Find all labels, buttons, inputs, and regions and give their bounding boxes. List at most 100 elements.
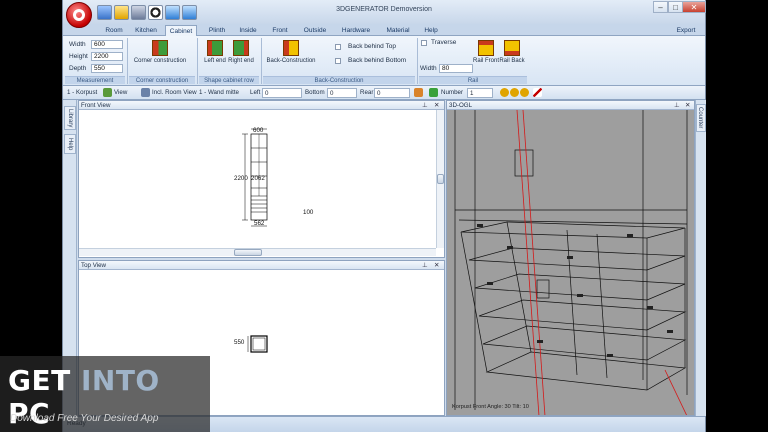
tab-material[interactable]: Material bbox=[381, 25, 415, 36]
corner-construction-button[interactable]: Corner construction bbox=[133, 58, 187, 65]
top-view-title: Top View bbox=[79, 261, 444, 270]
3d-view-panel[interactable]: 3D-OGL ⊥ ✕ Korpust Front Angle: 30 Tilt:… bbox=[446, 100, 695, 416]
left-end-button[interactable]: Left end bbox=[201, 58, 229, 65]
right-end-button[interactable]: Right end bbox=[227, 58, 255, 65]
pin-icon[interactable]: ⊥ bbox=[422, 101, 428, 110]
back-group-title: Back-Construction bbox=[263, 76, 415, 84]
back-behind-top-label: Back behind Top bbox=[348, 43, 396, 50]
back-behind-bottom-label: Back behind Bottom bbox=[348, 57, 407, 64]
pencil-icon[interactable] bbox=[533, 88, 542, 97]
window-title: 3DGENERATOR Demoversion bbox=[336, 6, 432, 13]
tab-front[interactable]: Front bbox=[267, 25, 293, 36]
tab-outside[interactable]: Outside bbox=[299, 25, 331, 36]
rail-group-title: Rail bbox=[419, 76, 527, 84]
tab-room[interactable]: Room bbox=[101, 25, 127, 36]
panel-close-icon[interactable]: ✕ bbox=[685, 101, 690, 110]
panel-close-icon[interactable]: ✕ bbox=[434, 101, 439, 110]
library-tab[interactable]: Library bbox=[64, 106, 76, 130]
arrow-icon[interactable] bbox=[429, 88, 438, 97]
dim-height-outer: 2200 bbox=[234, 175, 248, 182]
pin-icon[interactable]: ⊥ bbox=[674, 101, 680, 110]
3d-viewport[interactable] bbox=[447, 110, 695, 416]
bottom-offset-label: Bottom bbox=[305, 89, 325, 96]
shape-group-title: Shape cabinet row bbox=[199, 76, 259, 84]
back-construction-button[interactable]: Back-Construction bbox=[263, 58, 319, 65]
tab-kitchen[interactable]: Kitchen bbox=[131, 25, 161, 36]
wall-selector[interactable]: 1 - Wand mitte bbox=[199, 88, 239, 98]
front-view-panel: Front View ⊥ ✕ 600 2200 2062 562 100 bbox=[78, 100, 445, 258]
room-view-toggle[interactable]: Incl. Room View bbox=[152, 88, 197, 98]
back-behind-top-checkbox[interactable] bbox=[335, 44, 341, 50]
rotate-left-icon[interactable] bbox=[500, 88, 509, 97]
height-field[interactable]: 2200 bbox=[91, 52, 123, 61]
rail-back-icon[interactable] bbox=[504, 40, 520, 56]
rail-back-button[interactable]: Rail Back bbox=[499, 58, 525, 65]
depth-label: Depth bbox=[69, 65, 87, 72]
zoom-icon[interactable] bbox=[520, 88, 529, 97]
front-view-title: Front View bbox=[79, 101, 444, 110]
bottom-offset-field[interactable]: 0 bbox=[327, 88, 357, 98]
corner-group-title: Corner construction bbox=[129, 76, 195, 84]
view-dropdown[interactable]: View bbox=[114, 88, 127, 98]
number-label: Number bbox=[441, 89, 464, 96]
ribbon-separator bbox=[261, 38, 262, 84]
tab-hardware[interactable]: Hardware bbox=[337, 25, 375, 36]
close-button[interactable]: ✕ bbox=[682, 1, 706, 13]
ribbon-separator bbox=[197, 38, 198, 84]
lifebuoy-icon bbox=[73, 9, 85, 21]
back-behind-bottom-checkbox[interactable] bbox=[335, 58, 341, 64]
dim-height-inner: 2062 bbox=[251, 175, 265, 182]
ribbon: Width 600 Height 2200 Depth 550 Measurem… bbox=[63, 36, 705, 86]
right-end-icon[interactable] bbox=[233, 40, 249, 56]
rail-width-label: Width bbox=[420, 65, 437, 72]
rail-front-button[interactable]: Rail Front bbox=[473, 58, 499, 65]
right-tab-strip: Counter bbox=[695, 100, 706, 416]
room-view-icon bbox=[141, 88, 150, 97]
left-offset-label: Left bbox=[250, 89, 261, 96]
rotate-right-icon[interactable] bbox=[510, 88, 519, 97]
panel-close-icon[interactable]: ✕ bbox=[434, 261, 439, 270]
width-field[interactable]: 600 bbox=[91, 40, 123, 49]
number-field[interactable]: 1 bbox=[467, 88, 493, 98]
corner-construction-icon[interactable] bbox=[152, 40, 168, 56]
watermark-logo: GET INTO PC Download Free Your Desired A… bbox=[0, 356, 210, 432]
front-view-hscroll[interactable] bbox=[79, 248, 436, 256]
ribbon-separator bbox=[417, 38, 418, 84]
help-side-tab[interactable]: Help bbox=[64, 134, 76, 154]
3d-view-title: 3D-OGL bbox=[447, 101, 694, 110]
maximize-button[interactable]: □ bbox=[668, 1, 683, 13]
front-view-vscroll[interactable] bbox=[436, 110, 444, 248]
traverse-label: Traverse bbox=[431, 39, 457, 46]
title-bar: 3DGENERATOR Demoversion – □ ✕ bbox=[63, 0, 706, 28]
rear-offset-field[interactable]: 0 bbox=[374, 88, 410, 98]
rear-offset-label: Rear bbox=[360, 89, 374, 96]
rail-width-field[interactable]: 80 bbox=[439, 64, 473, 73]
top-view-dim: 550 bbox=[234, 339, 245, 346]
scroll-thumb[interactable] bbox=[437, 174, 444, 184]
left-end-icon[interactable] bbox=[207, 40, 223, 56]
depth-field[interactable]: 550 bbox=[91, 64, 123, 73]
height-label: Height bbox=[69, 53, 88, 60]
apply-icon[interactable] bbox=[414, 88, 423, 97]
tab-plinth[interactable]: Plinth bbox=[203, 25, 231, 36]
traverse-checkbox[interactable] bbox=[421, 40, 427, 46]
back-construction-icon[interactable] bbox=[283, 40, 299, 56]
tab-inside[interactable]: Inside bbox=[235, 25, 261, 36]
minimize-button[interactable]: – bbox=[653, 1, 668, 13]
pin-icon[interactable]: ⊥ bbox=[422, 261, 428, 270]
dim-width: 600 bbox=[253, 127, 264, 134]
3d-view-status: Korpust Front Angle: 30 Tilt: 10 bbox=[452, 404, 529, 410]
item-selector[interactable]: 1 - Korpust bbox=[67, 88, 97, 98]
toolbar: 1 - Korpust View Incl. Room View 1 - Wan… bbox=[63, 86, 705, 100]
app-menu-orb-button[interactable] bbox=[66, 2, 92, 28]
counter-tab[interactable]: Counter bbox=[696, 104, 706, 132]
rail-front-icon[interactable] bbox=[478, 40, 494, 56]
watermark-subtitle: Download Free Your Desired App bbox=[10, 413, 159, 424]
width-label: Width bbox=[69, 41, 86, 48]
export-menu[interactable]: Export bbox=[671, 25, 701, 36]
scroll-thumb[interactable] bbox=[234, 249, 262, 256]
tab-help[interactable]: Help bbox=[420, 25, 442, 36]
ribbon-separator bbox=[127, 38, 128, 84]
left-offset-field[interactable]: 0 bbox=[262, 88, 302, 98]
dim-depth: 562 bbox=[254, 220, 265, 227]
